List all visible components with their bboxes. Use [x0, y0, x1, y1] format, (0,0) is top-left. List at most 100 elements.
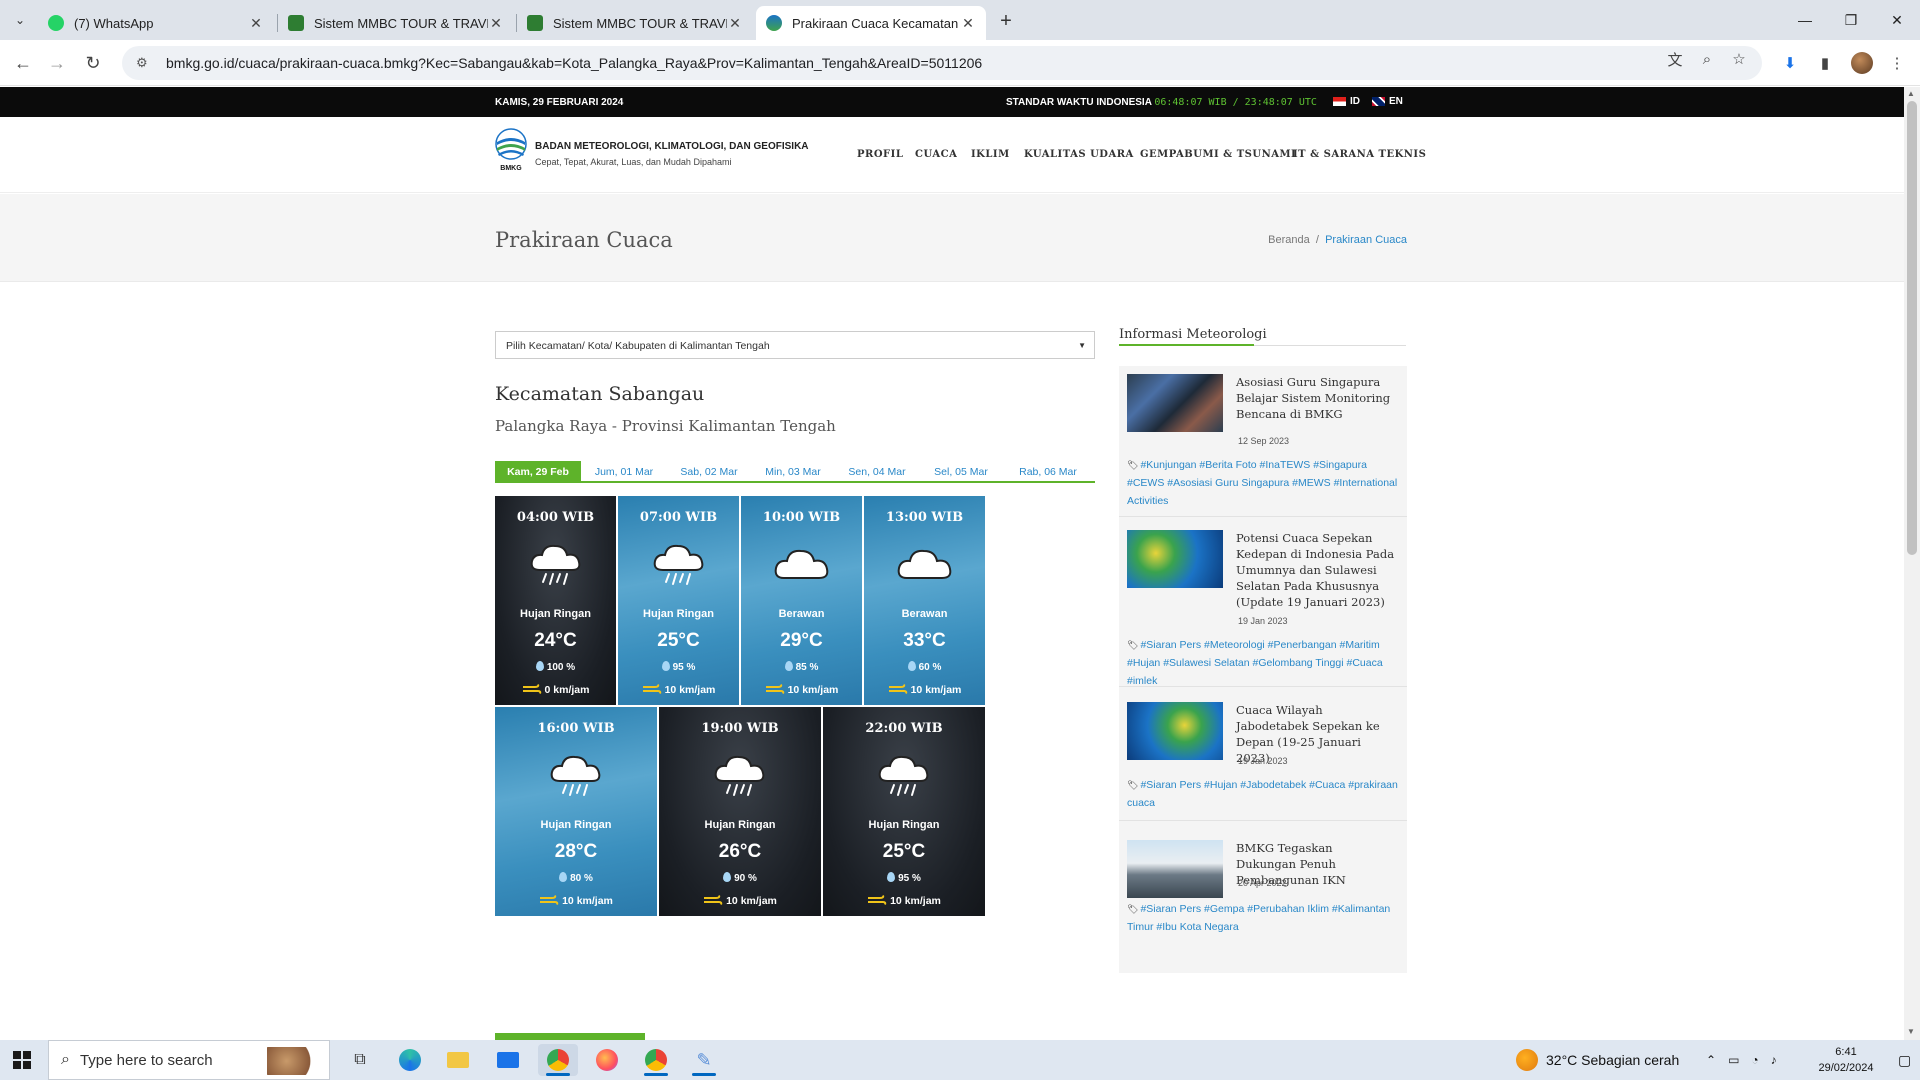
tab-search-button[interactable]: ⌄ [8, 8, 32, 32]
close-tab-icon[interactable]: ✕ [488, 15, 504, 32]
lang-id-link[interactable]: ID [1333, 96, 1360, 107]
edge-icon[interactable] [390, 1044, 430, 1076]
news-title[interactable]: Potensi Cuaca Sepekan Kedepan di Indones… [1236, 530, 1396, 610]
page-scrollbar[interactable]: ▲ ▼ [1904, 87, 1920, 1040]
close-window-icon[interactable]: ✕ [1874, 0, 1920, 40]
translate-icon[interactable]: 文 [1664, 48, 1686, 70]
menu-kebab-icon[interactable]: ⋮ [1886, 52, 1908, 74]
nav-profil[interactable]: PROFIL [857, 149, 903, 160]
mail-icon[interactable] [488, 1044, 528, 1076]
news-tags-text[interactable]: #Siaran Pers #Gempa #Perubahan Iklim #Ka… [1127, 903, 1390, 933]
forecast-condition: Hujan Ringan [643, 608, 714, 620]
download-icon[interactable]: ⬇ [1779, 52, 1801, 74]
volume-icon[interactable]: ♪ [1771, 1053, 1777, 1067]
site-info-icon[interactable]: ⚙ [136, 55, 156, 71]
forecast-wind-direction: Timur Laut➚ [495, 915, 657, 916]
network-icon[interactable]: ▭ [1728, 1053, 1739, 1067]
lang-en-link[interactable]: EN [1372, 96, 1403, 107]
forecast-temperature: 28°C [554, 841, 598, 862]
news-item[interactable]: Potensi Cuaca Sepekan Kedepan di Indones… [1119, 530, 1407, 687]
forecast-card: 13:00 WIB Berawan 33°C 60 % 10 km/jam Timur➚ [864, 496, 985, 705]
forward-arrow-icon[interactable]: → [44, 50, 70, 76]
tab-day-5[interactable]: Sel, 05 Mar [919, 461, 1003, 483]
news-item[interactable]: Cuaca Wilayah Jabodetabek Sepekan ke Dep… [1119, 702, 1407, 822]
taskbar-search[interactable]: ⌕ Type here to search [48, 1040, 330, 1080]
wind-icon [765, 684, 784, 694]
system-clock[interactable]: 6:41 29/02/2024 [1800, 1044, 1892, 1076]
forecast-humidity: 85 % [741, 661, 862, 673]
tab-day-3[interactable]: Min, 03 Mar [751, 461, 835, 483]
news-tags-text[interactable]: #Siaran Pers #Hujan #Jabodetabek #Cuaca … [1127, 779, 1398, 809]
chrome-icon[interactable] [538, 1044, 578, 1076]
news-tags[interactable]: 🏷 #Siaran Pers #Meteorologi #Penerbangan … [1127, 636, 1399, 690]
browser-tab-mmbc-1[interactable]: Sistem MMBC TOUR & TRAVEL ✕ [278, 6, 514, 40]
whatsapp-favicon-icon [48, 15, 64, 31]
reload-icon[interactable]: ↻ [80, 50, 106, 76]
news-title[interactable]: Asosiasi Guru Singapura Belajar Sistem M… [1236, 374, 1396, 422]
file-explorer-icon[interactable] [438, 1044, 478, 1076]
nav-it-sarana-teknis[interactable]: IT & SARANA TEKNIS [1293, 149, 1426, 160]
chevron-up-icon[interactable]: ⌃ [1706, 1053, 1716, 1067]
close-tab-icon[interactable]: ✕ [727, 15, 743, 32]
minimize-window-icon[interactable]: — [1782, 0, 1828, 40]
bookmark-star-icon[interactable]: ☆ [1728, 48, 1750, 70]
wifi-icon[interactable]: ◔ [1751, 1053, 1758, 1067]
wind-speed: 10 km/jam [664, 684, 716, 696]
forecast-condition: Berawan [901, 608, 948, 620]
nav-kualitas-udara[interactable]: KUALITAS UDARA [1024, 149, 1134, 160]
profile-avatar[interactable] [1851, 52, 1873, 74]
chevron-down-icon: ▼ [1078, 341, 1086, 350]
region-select-value: Pilih Kecamatan/ Kota/ Kabupaten di Kali… [506, 340, 770, 352]
notification-icon[interactable]: ▢ [1898, 1040, 1911, 1080]
wind-icon [888, 684, 907, 694]
firefox-icon[interactable] [587, 1044, 627, 1076]
news-list: Asosiasi Guru Singapura Belajar Sistem M… [1119, 366, 1407, 973]
task-view-icon[interactable]: ⧉ [340, 1044, 380, 1076]
tab-day-0[interactable]: Kam, 29 Feb [495, 461, 581, 483]
browser-tab-mmbc-2[interactable]: Sistem MMBC TOUR & TRAVEL ✕ [517, 6, 753, 40]
news-tags-text[interactable]: #Kunjungan #Berita Foto #InaTEWS #Singap… [1127, 459, 1397, 507]
nav-gempabumi-tsunami[interactable]: GEMPABUMI & TSUNAMI [1140, 149, 1296, 160]
news-thumbnail[interactable] [1127, 840, 1223, 898]
forecast-card: 07:00 WIB Hujan Ringan 25°C 95 % 10 km/jam Ti… [618, 496, 739, 705]
close-tab-icon[interactable]: ✕ [248, 15, 264, 32]
tab-day-4[interactable]: Sen, 04 Mar [835, 461, 919, 483]
paint-icon[interactable]: ✎ [684, 1044, 724, 1076]
zoom-icon[interactable]: ⌕ [1696, 48, 1718, 70]
tab-day-2[interactable]: Sab, 02 Mar [667, 461, 751, 483]
news-tags[interactable]: 🏷 #Siaran Pers #Hujan #Jabodetabek #Cuaca… [1127, 776, 1399, 812]
news-thumbnail[interactable] [1127, 702, 1223, 760]
breadcrumb-home[interactable]: Beranda [1268, 234, 1310, 246]
close-tab-icon[interactable]: ✕ [960, 15, 976, 32]
back-arrow-icon[interactable]: ← [10, 50, 36, 76]
side-panel-icon[interactable]: ▮ [1814, 52, 1836, 74]
news-tags-text[interactable]: #Siaran Pers #Meteorologi #Penerbangan #… [1127, 639, 1383, 687]
news-thumbnail[interactable] [1127, 374, 1223, 432]
nav-iklim[interactable]: IKLIM [971, 149, 1010, 160]
wind-direction-label: Timur Laut [868, 915, 922, 916]
current-date: KAMIS, 29 FEBRUARI 2024 [495, 97, 624, 108]
news-item[interactable]: BMKG Tegaskan Dukungan Penuh Pembangunan… [1127, 840, 1399, 960]
tab-day-1[interactable]: Jum, 01 Mar [581, 461, 667, 483]
new-tab-button[interactable]: + [994, 9, 1018, 33]
nav-cuaca[interactable]: CUACA [915, 149, 957, 160]
scroll-up-icon[interactable]: ▲ [1907, 89, 1915, 98]
address-bar[interactable]: ⚙ bmkg.go.id/cuaca/prakiraan-cuaca.bmkg?… [122, 46, 1762, 80]
browser-tab-whatsapp[interactable]: (7) WhatsApp ✕ [38, 6, 274, 40]
news-item[interactable]: Asosiasi Guru Singapura Belajar Sistem M… [1119, 374, 1407, 524]
bmkg-logo-icon[interactable]: BMKG [495, 128, 527, 172]
news-thumbnail[interactable] [1127, 530, 1223, 588]
restore-window-icon[interactable]: ❐ [1828, 0, 1874, 40]
chrome-profile-icon[interactable] [636, 1044, 676, 1076]
browser-tab-bmkg[interactable]: Prakiraan Cuaca Kecamatan Sab ✕ [756, 6, 986, 40]
start-button[interactable] [0, 1040, 44, 1080]
region-select[interactable]: Pilih Kecamatan/ Kota/ Kabupaten di Kali… [495, 331, 1095, 359]
weather-widget[interactable]: 32°C Sebagian cerah [1516, 1040, 1679, 1080]
scrollbar-thumb[interactable] [1907, 101, 1917, 555]
news-tags[interactable]: 🏷 #Kunjungan #Berita Foto #InaTEWS #Singa… [1127, 456, 1399, 510]
scroll-down-icon[interactable]: ▼ [1907, 1027, 1915, 1036]
news-tags[interactable]: 🏷 #Siaran Pers #Gempa #Perubahan Iklim #K… [1127, 900, 1399, 936]
wind-speed: 0 km/jam [544, 684, 590, 696]
tab-day-6[interactable]: Rab, 06 Mar [1003, 461, 1093, 483]
forecast-condition: Berawan [778, 608, 825, 620]
